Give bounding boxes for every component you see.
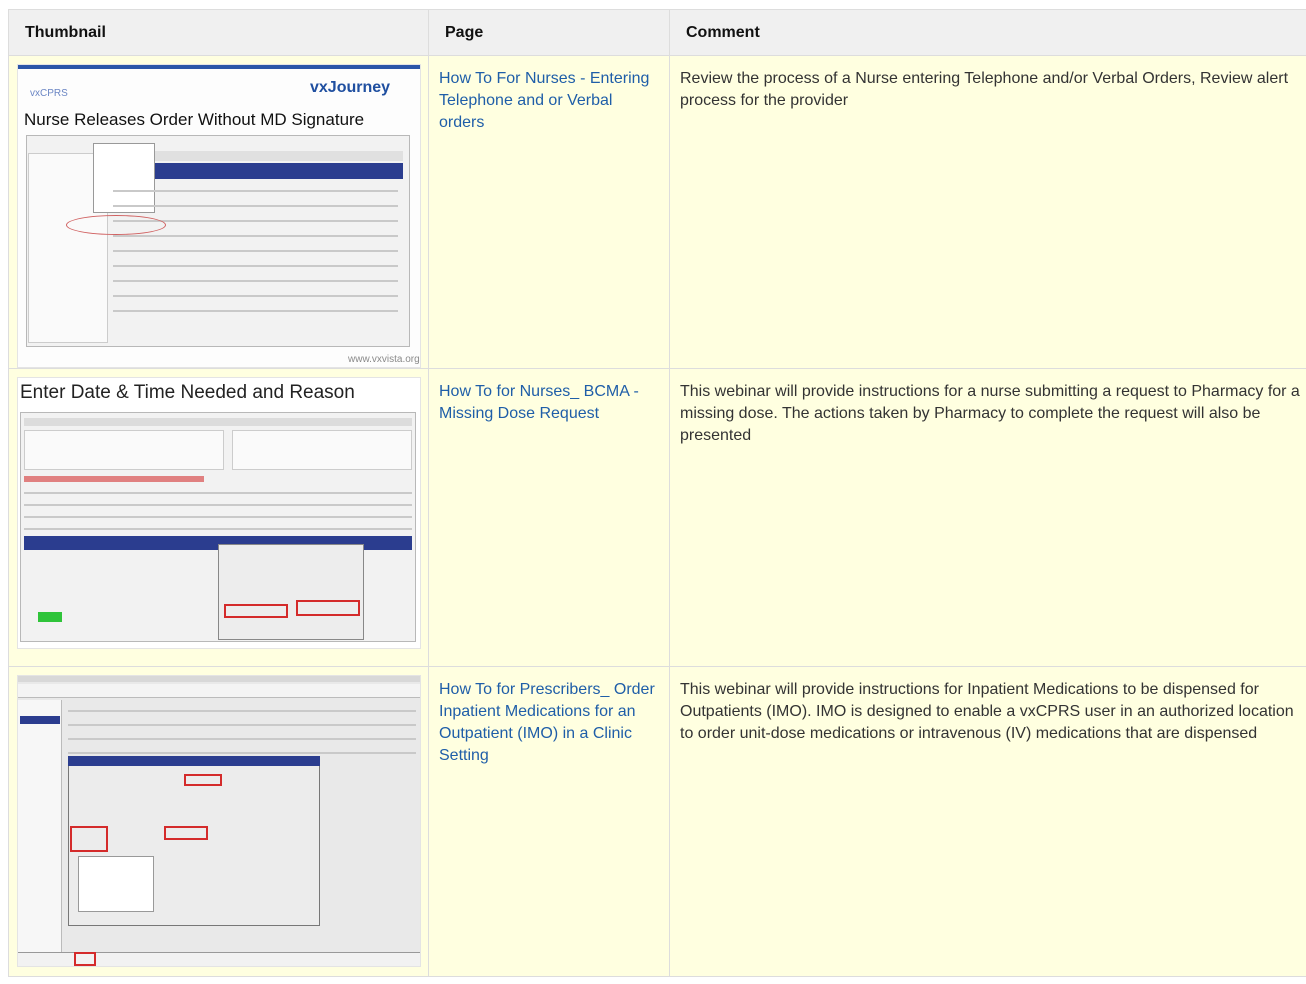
thumbnail-image[interactable] [17, 675, 421, 967]
thumb-heading: Nurse Releases Order Without MD Signatur… [24, 110, 365, 129]
table-row: Enter Date & Time Needed and Reason How … [8, 368, 1306, 667]
thumbnail-cell: Enter Date & Time Needed and Reason [8, 368, 429, 667]
thumbnail-cell: vxCPRS vxJourney Nurse Releases Order Wi… [8, 55, 429, 369]
column-header-page: Page [428, 9, 670, 56]
table-row: vxCPRS vxJourney Nurse Releases Order Wi… [8, 55, 1306, 369]
page-link[interactable]: How To for Nurses_ BCMA - Missing Dose R… [439, 383, 639, 422]
comment-cell: This webinar will provide instructions f… [669, 368, 1306, 667]
page-cell: How To For Nurses - Entering Telephone a… [428, 55, 670, 369]
page-link[interactable]: How To for Prescribers_ Order Inpatient … [439, 681, 655, 764]
thumbnail-cell [8, 666, 429, 977]
page-cell: How To for Prescribers_ Order Inpatient … [428, 666, 670, 977]
table-row: How To for Prescribers_ Order Inpatient … [8, 666, 1306, 977]
column-header-comment: Comment [669, 9, 1306, 56]
attachments-table: Thumbnail Page Comment vxCPRS vxJourney … [8, 9, 1306, 977]
page-cell: How To for Nurses_ BCMA - Missing Dose R… [428, 368, 670, 667]
column-header-thumbnail: Thumbnail [8, 9, 429, 56]
thumb-corner-text: vxCPRS [30, 88, 68, 99]
thumbnail-image[interactable]: vxCPRS vxJourney Nurse Releases Order Wi… [17, 64, 421, 368]
comment-cell: This webinar will provide instructions f… [669, 666, 1306, 977]
thumb-logo: vxJourney [310, 79, 391, 96]
comment-cell: Review the process of a Nurse entering T… [669, 55, 1306, 369]
header-row: Thumbnail Page Comment [8, 9, 1306, 56]
thumbnail-image[interactable]: Enter Date & Time Needed and Reason [17, 377, 421, 649]
page-link[interactable]: How To For Nurses - Entering Telephone a… [439, 70, 649, 131]
thumb-heading: Enter Date & Time Needed and Reason [20, 382, 355, 403]
thumb-footer: www.vxvista.org [348, 354, 420, 365]
